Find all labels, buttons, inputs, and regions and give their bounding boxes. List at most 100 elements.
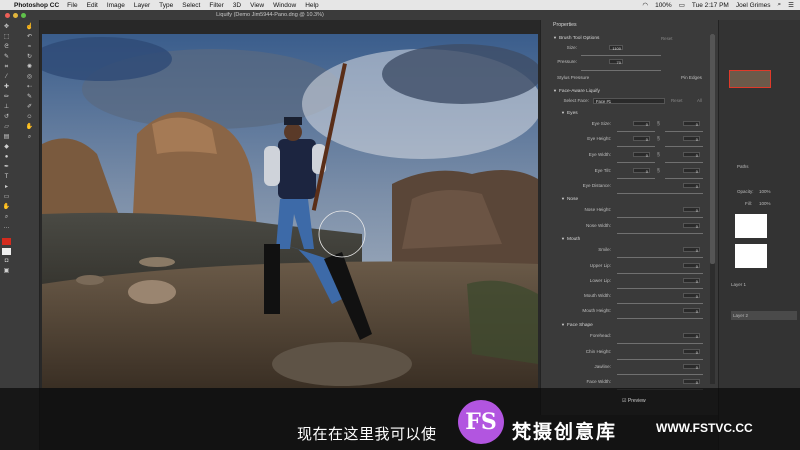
quick-mask-icon[interactable]: ◘ [2, 258, 11, 265]
app-menu[interactable]: Photoshop CC [14, 2, 59, 9]
menu-help[interactable]: Help [305, 2, 318, 9]
upper-lip-slider[interactable] [617, 273, 703, 274]
eye-height-left-slider[interactable] [617, 146, 655, 147]
layer-mask-thumbnail[interactable] [735, 214, 767, 238]
menu-view[interactable]: View [250, 2, 264, 9]
notification-icon[interactable]: ☰ [788, 1, 794, 9]
eraser-tool-icon[interactable]: ▱ [2, 124, 11, 131]
pressure-slider[interactable] [581, 70, 661, 71]
link-icon[interactable]: § [657, 121, 660, 127]
upper-lip-field[interactable]: 0 [683, 263, 700, 269]
eyedropper-tool-icon[interactable]: ⁄ [2, 74, 11, 81]
eye-tilt-right-field[interactable]: 0 [683, 168, 700, 174]
face-width-field[interactable]: 0 [683, 379, 700, 385]
mouth-height-field[interactable]: 0 [683, 308, 700, 314]
forward-warp-tool-icon[interactable]: ☝ [25, 24, 34, 31]
menu-filter[interactable]: Filter [209, 2, 223, 9]
battery-icon[interactable]: ▭ [679, 1, 685, 9]
move-tool-icon[interactable]: ✥ [2, 24, 11, 31]
pin-edges-checkbox[interactable]: Pin Edges [681, 75, 711, 80]
layer-row-1[interactable]: Layer 1 [731, 282, 746, 287]
smooth-tool-icon[interactable]: ≈ [25, 44, 34, 51]
eye-distance-slider[interactable] [617, 193, 703, 194]
clock[interactable]: Tue 2:17 PM [692, 2, 729, 9]
type-tool-icon[interactable]: T [2, 174, 11, 181]
dodge-tool-icon[interactable]: ● [2, 154, 11, 161]
shape-tool-icon[interactable]: ▭ [2, 194, 11, 201]
quick-select-tool-icon[interactable]: ✎ [2, 54, 11, 61]
blur-tool-icon[interactable]: ◆ [2, 144, 11, 151]
paths-tab[interactable]: Paths [737, 164, 749, 169]
link-icon[interactable]: § [657, 136, 660, 142]
marquee-tool-icon[interactable]: ⬚ [2, 34, 11, 41]
nose-height-slider[interactable] [617, 217, 703, 218]
eye-size-right-slider[interactable] [665, 131, 703, 132]
wifi-icon[interactable]: ◠ [642, 1, 648, 9]
eye-width-left-slider[interactable] [617, 162, 655, 163]
menu-select[interactable]: Select [182, 2, 200, 9]
eyes-section[interactable]: ▼ Eyes [561, 110, 578, 116]
reconstruct-tool-icon[interactable]: ↶ [25, 34, 34, 41]
menu-image[interactable]: Image [107, 2, 125, 9]
search-icon[interactable]: ⌕ [778, 1, 782, 9]
scrollbar-thumb[interactable] [710, 34, 715, 264]
crop-tool-icon[interactable]: ⌗ [2, 64, 11, 71]
pucker-tool-icon[interactable]: ✺ [25, 64, 34, 71]
mouth-section[interactable]: ▼ Mouth [561, 236, 580, 242]
preview-checkbox[interactable]: ☑ Preview [622, 398, 646, 404]
history-brush-icon[interactable]: ↺ [2, 114, 11, 121]
brush-tool-icon[interactable]: ✏ [2, 94, 11, 101]
background-color-swatch[interactable] [2, 248, 11, 255]
smile-slider[interactable] [617, 257, 703, 258]
face-all-button[interactable]: All [697, 98, 702, 103]
eye-tilt-right-slider[interactable] [665, 178, 703, 179]
eye-distance-field[interactable]: 0 [683, 183, 700, 189]
thaw-mask-tool-icon[interactable]: ✐ [25, 104, 34, 111]
menu-layer[interactable]: Layer [134, 2, 150, 9]
menu-type[interactable]: Type [159, 2, 173, 9]
eye-width-right-slider[interactable] [665, 162, 703, 163]
jawline-field[interactable]: 0 [683, 364, 700, 370]
photo-canvas[interactable] [42, 34, 538, 388]
eye-height-right-slider[interactable] [665, 146, 703, 147]
mouth-width-slider[interactable] [617, 303, 703, 304]
face-reset-button[interactable]: Reset [671, 98, 682, 103]
chin-height-slider[interactable] [617, 359, 703, 360]
eye-tilt-left-slider[interactable] [617, 178, 655, 179]
nose-width-field[interactable]: 0 [683, 223, 700, 229]
properties-scrollbar[interactable] [710, 34, 715, 384]
select-face-dropdown[interactable]: Face #1 [593, 98, 665, 104]
layer-row-2[interactable]: Layer 2 [731, 311, 797, 320]
face-shape-section[interactable]: ▼ Face Shape [561, 322, 593, 328]
freeze-mask-tool-icon[interactable]: ✎ [25, 94, 34, 101]
nose-section[interactable]: ▼ Nose [561, 196, 578, 202]
stylus-pressure-checkbox[interactable]: Stylus Pressure [557, 75, 601, 80]
zoom-tool-icon[interactable]: ⌕ [2, 214, 11, 221]
path-select-tool-icon[interactable]: ▸ [2, 184, 11, 191]
menu-3d[interactable]: 3D [233, 2, 241, 9]
smile-field[interactable]: 0 [683, 247, 700, 253]
size-field[interactable]: 1100 [609, 45, 623, 51]
stamp-tool-icon[interactable]: ⊥ [2, 104, 11, 111]
twirl-tool-icon[interactable]: ↻ [25, 54, 34, 61]
lasso-tool-icon[interactable]: ᘓ [2, 44, 11, 51]
eye-width-right-field[interactable]: 0 [683, 152, 700, 158]
chin-height-field[interactable]: 0 [683, 349, 700, 355]
menu-edit[interactable]: Edit [87, 2, 98, 9]
eye-tilt-left-field[interactable]: 0 [633, 168, 650, 174]
bloat-tool-icon[interactable]: ◎ [25, 74, 34, 81]
screen-mode-icon[interactable]: ▣ [2, 268, 11, 275]
push-left-tool-icon[interactable]: ⇠ [25, 84, 34, 91]
gradient-tool-icon[interactable]: ▤ [2, 134, 11, 141]
hand-tool-icon[interactable]: ✋ [2, 204, 11, 211]
user-name[interactable]: Joel Grimes [736, 2, 771, 9]
opacity-field[interactable]: 100% [759, 189, 771, 194]
lower-lip-field[interactable]: 0 [683, 278, 700, 284]
pressure-field[interactable]: 70 [609, 59, 623, 65]
navigator-thumbnail[interactable] [729, 70, 771, 88]
pen-tool-icon[interactable]: ✒ [2, 164, 11, 171]
eye-size-left-slider[interactable] [617, 131, 655, 132]
mouth-height-slider[interactable] [617, 318, 703, 319]
forehead-field[interactable]: 0 [683, 333, 700, 339]
face-aware-section[interactable]: ▼ Face-Aware Liquify [553, 88, 600, 94]
